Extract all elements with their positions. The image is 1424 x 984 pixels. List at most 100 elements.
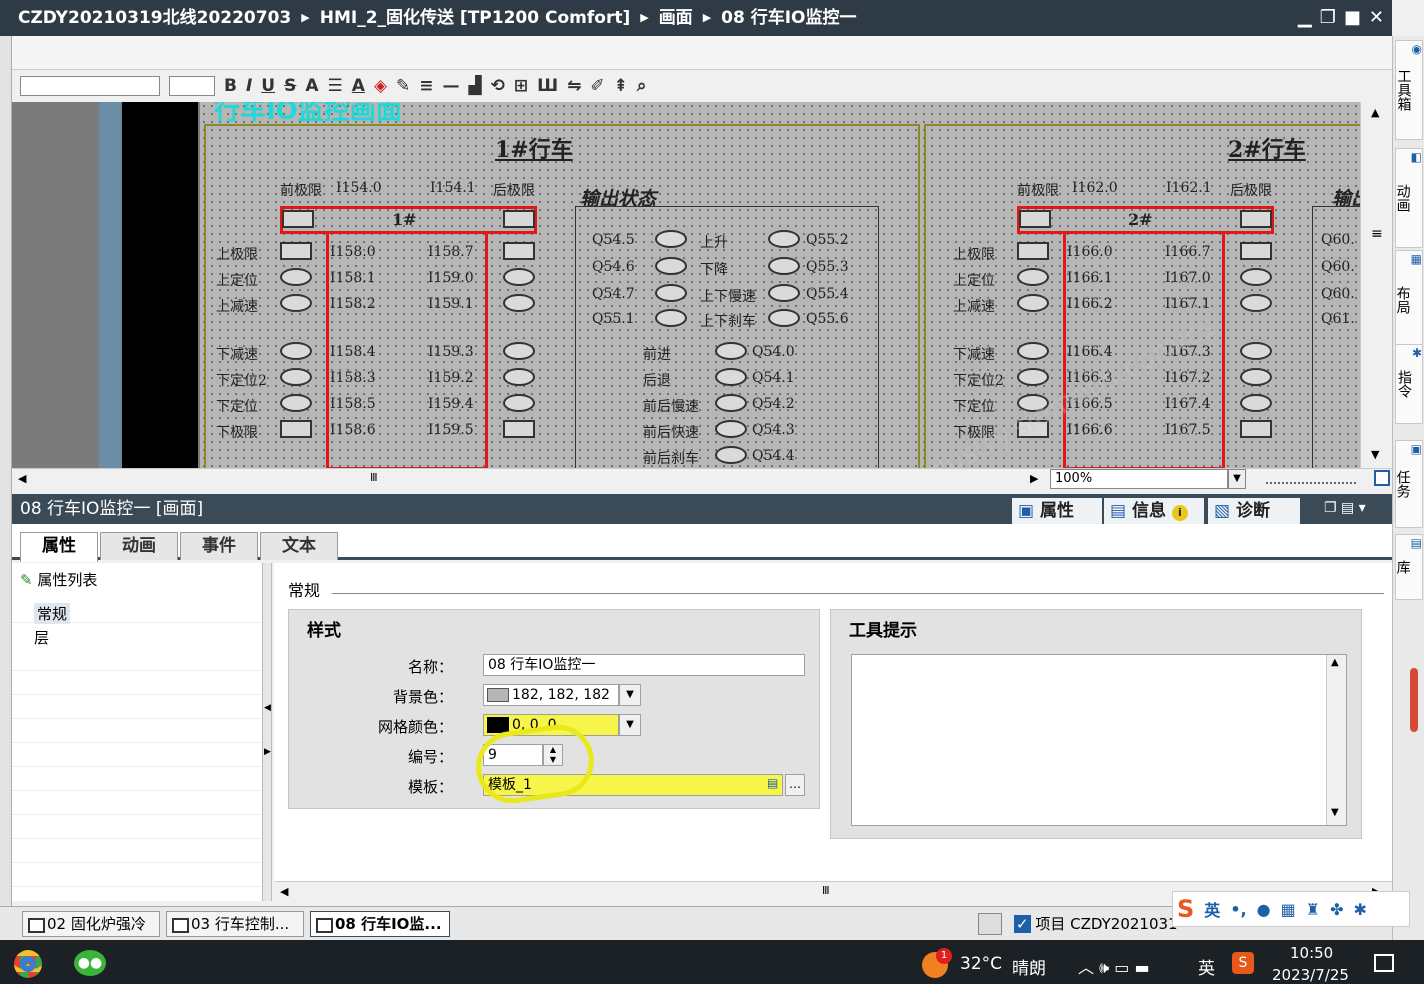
crane2-front-limit-indicator[interactable] <box>1019 210 1051 228</box>
output-indicator[interactable] <box>655 284 687 302</box>
tab-instructions[interactable]: ✱ 指令 <box>1395 344 1423 424</box>
crane-crane2-right-indicator[interactable] <box>1240 368 1272 386</box>
notification-icon[interactable] <box>1374 954 1394 972</box>
sogou-icon[interactable]: S <box>1177 895 1194 923</box>
crane-crane1-left-indicator[interactable] <box>280 420 312 438</box>
strikethrough-button[interactable]: S <box>284 76 296 96</box>
bold-button[interactable]: B <box>224 76 237 96</box>
italic-button[interactable]: I <box>246 76 252 96</box>
crane-crane1-left-indicator[interactable] <box>280 394 312 412</box>
scroll-right-icon[interactable]: ▶ <box>1030 472 1038 485</box>
tab-properties[interactable]: 属性 <box>20 532 98 562</box>
fit-screen-icon[interactable] <box>1374 470 1390 486</box>
name-input[interactable]: 08 行车IO监控一 <box>483 654 805 676</box>
property-list-item-general[interactable]: 常规 <box>34 603 71 624</box>
tray-lang[interactable]: 英 <box>1198 954 1215 979</box>
output-indicator[interactable] <box>768 284 800 302</box>
font-size-up-button[interactable]: A <box>305 76 318 96</box>
crane2-title[interactable]: 2#行车 <box>1228 132 1306 164</box>
zoom-dropdown-icon[interactable]: ▼ <box>1228 469 1246 489</box>
scroll-down-icon[interactable]: ▼ <box>1331 807 1339 818</box>
crane-crane1-left-indicator[interactable] <box>280 268 312 286</box>
crane-crane2-right-indicator[interactable] <box>1240 342 1272 360</box>
ime-punct[interactable]: •, <box>1230 900 1246 919</box>
crane-crane2-left-indicator[interactable] <box>1017 342 1049 360</box>
crane-crane2-right-indicator[interactable] <box>1240 268 1272 286</box>
line-width-icon[interactable]: — <box>443 76 460 96</box>
template-browse-button[interactable]: … <box>785 774 805 796</box>
left-collapsed-panel[interactable] <box>0 36 12 906</box>
crane-crane1-right-indicator[interactable] <box>503 268 535 286</box>
crane-crane1-left-indicator[interactable] <box>280 242 312 260</box>
tray-icons[interactable]: ︿ 🕪 ▭ ▬ <box>1078 954 1150 978</box>
crane-crane1-right-indicator[interactable] <box>503 394 535 412</box>
breadcrumb-project[interactable]: CZDY20210319北线20220703 <box>18 8 291 28</box>
keyboard-icon[interactable]: ▦ <box>1281 900 1296 919</box>
output-indicator[interactable] <box>655 309 687 327</box>
inspector-tab-info[interactable]: ▤ 信息 i <box>1104 498 1204 524</box>
property-list-item-layers[interactable]: 层 <box>34 627 49 648</box>
crane-crane2-left-indicator[interactable] <box>1017 242 1049 260</box>
scroll-up-icon[interactable]: ▲ <box>1331 657 1339 668</box>
sogou-tray-icon[interactable]: S <box>1232 952 1254 974</box>
ime-lang[interactable]: 英 <box>1204 897 1220 921</box>
red-slider-icon[interactable] <box>1410 668 1418 732</box>
tooltip-scrollbar[interactable]: ▲ ▼ <box>1326 655 1346 825</box>
crane-crane2-right-indicator[interactable] <box>1240 420 1272 438</box>
editor-tab-08[interactable]: 08 行车IO监... <box>310 911 450 937</box>
zoom-slider[interactable] <box>1266 476 1356 484</box>
rotate-icon[interactable]: ⟲ <box>491 76 505 96</box>
breadcrumb-section[interactable]: 画面 <box>659 8 693 28</box>
output2-indicator[interactable] <box>715 368 747 386</box>
scroll-left-icon[interactable]: ◀ <box>280 885 288 898</box>
close-icon[interactable]: ✕ <box>1369 0 1384 36</box>
output2-indicator[interactable] <box>715 420 747 438</box>
temperature[interactable]: 32°C <box>960 954 1002 974</box>
bg-color-dropdown-icon[interactable]: ▼ <box>619 684 641 706</box>
scroll-grip-icon[interactable]: Ⅲ <box>370 471 378 484</box>
chrome-icon[interactable] <box>14 950 42 978</box>
editor-tab-03[interactable]: 03 行车控制... <box>166 911 304 937</box>
inspector-window-controls[interactable]: ❐ ▤ ▾ <box>1324 500 1366 516</box>
fill-color-icon[interactable]: ◈ <box>374 76 387 96</box>
output2-indicator[interactable] <box>715 342 747 360</box>
tab-texts[interactable]: 文本 <box>260 532 338 560</box>
tab-events[interactable]: 事件 <box>180 532 258 560</box>
maximize-icon[interactable]: ■ <box>1344 0 1361 36</box>
clock-time[interactable]: 10:50 <box>1290 944 1333 962</box>
grid-color-dropdown-icon[interactable]: ▼ <box>619 714 641 736</box>
overview-icon[interactable] <box>978 913 1002 935</box>
font-size-field[interactable] <box>169 76 215 96</box>
expand-right-icon[interactable]: ▶ <box>264 747 271 757</box>
grid-icon[interactable]: ✤ <box>1330 900 1343 919</box>
crane1-rear-limit-indicator[interactable] <box>503 210 535 228</box>
skin-icon[interactable]: ♜ <box>1306 900 1320 919</box>
inspector-tab-diagnostics[interactable]: ▧ 诊断 <box>1208 498 1300 524</box>
align-objects-icon[interactable]: ⊞ <box>514 76 528 96</box>
tab-animation[interactable]: ◧ 动画 <box>1395 148 1423 248</box>
output-indicator[interactable] <box>768 230 800 248</box>
tooltip-textarea[interactable]: ▲ ▼ <box>851 654 1347 826</box>
inspector-tab-properties[interactable]: ▣ 属性 <box>1012 498 1102 524</box>
same-size-icon[interactable]: ⇋ <box>567 76 581 96</box>
mic-icon[interactable]: ● <box>1257 900 1271 919</box>
crane-crane2-right-indicator[interactable] <box>1240 294 1272 312</box>
output-indicator[interactable] <box>655 257 687 275</box>
restore-icon[interactable]: ❐ <box>1320 0 1336 36</box>
crane-crane1-right-indicator[interactable] <box>503 294 535 312</box>
clock-date[interactable]: 2023/7/25 <box>1272 966 1349 984</box>
line-color-icon[interactable]: ✎ <box>396 76 410 96</box>
tab-layout[interactable]: ▦ 布局 <box>1395 250 1423 350</box>
output2-indicator[interactable] <box>715 446 747 464</box>
output-indicator[interactable] <box>768 257 800 275</box>
line-style-icon[interactable]: ≡ <box>419 76 433 96</box>
scroll-left-icon[interactable]: ◀ <box>18 472 26 485</box>
screen-canvas[interactable]: 行车IO监控画面 1#行车 前极限 I154.0 I154.1 后极限 1# 输… <box>12 102 1392 468</box>
scroll-up-icon[interactable]: ▲ <box>1371 106 1379 119</box>
crane-crane1-right-indicator[interactable] <box>503 420 535 438</box>
crane1-title[interactable]: 1#行车 <box>495 132 573 164</box>
panel-splitter[interactable]: ◀ ▶ <box>262 563 272 901</box>
crane-crane2-right-indicator[interactable] <box>1240 394 1272 412</box>
tab-toolbox[interactable]: ◉ 工具箱 <box>1395 40 1423 140</box>
editor-tab-02[interactable]: 02 固化炉强冷 <box>22 911 160 937</box>
